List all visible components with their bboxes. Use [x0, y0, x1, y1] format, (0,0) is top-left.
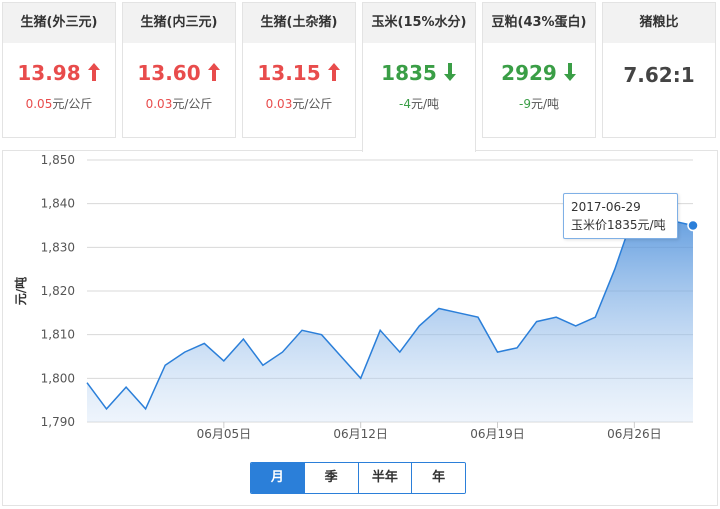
card-value-number: 1835: [381, 61, 437, 85]
arrow-down-icon: [443, 63, 456, 81]
card-change: 0.03元/公斤: [123, 95, 235, 112]
card-value-number: 2929: [501, 61, 557, 85]
arrow-down-icon: [563, 63, 576, 81]
card-soymeal[interactable]: 豆粕(43%蛋白) 2929 -9元/吨: [482, 2, 596, 138]
card-value: 1835: [363, 59, 475, 87]
card-value: 2929: [483, 59, 595, 87]
card-value-number: 13.98: [17, 61, 81, 85]
card-title: 玉米(15%水分): [363, 3, 475, 43]
x-tick-label: 06月12日: [333, 427, 388, 441]
x-tick-label: 06月26日: [607, 427, 662, 441]
card-unit: 元/吨: [410, 97, 439, 111]
card-corn[interactable]: 玉米(15%水分) 1835 -4元/吨: [362, 2, 476, 152]
tooltip-value: 玉米价1835元/吨: [571, 218, 666, 232]
card-unit: 元/公斤: [172, 97, 213, 111]
y-tick-label: 1,800: [41, 371, 75, 385]
card-value: 13.98: [3, 59, 115, 87]
card-hog-grain-ratio[interactable]: 猪粮比 7.62:1: [602, 2, 716, 138]
arrow-up-icon: [207, 63, 220, 81]
y-tick-label: 1,840: [41, 197, 75, 211]
card-value-number: 13.60: [137, 61, 201, 85]
range-quarter-button[interactable]: 季: [304, 463, 359, 493]
card-change: 0.03元/公斤: [243, 95, 355, 112]
card-unit: 元/公斤: [52, 97, 93, 111]
card-title: 生猪(外三元): [3, 3, 115, 43]
card-delta: -4: [398, 97, 411, 111]
arrow-up-icon: [327, 63, 340, 81]
card-delta: 0.05: [25, 97, 53, 111]
price-area: [87, 208, 693, 422]
card-title: 生猪(土杂猪): [243, 3, 355, 43]
y-tick-label: 1,850: [41, 153, 75, 167]
y-axis-label: 元/吨: [13, 277, 28, 305]
y-tick-label: 1,790: [41, 415, 75, 429]
card-pig-local[interactable]: 生猪(土杂猪) 13.15 0.03元/公斤: [242, 2, 356, 138]
card-unit: 元/公斤: [292, 97, 333, 111]
card-title: 豆粕(43%蛋白): [483, 3, 595, 43]
highlight-point[interactable]: [687, 219, 699, 232]
range-year-button[interactable]: 年: [412, 463, 465, 493]
y-tick-label: 1,820: [41, 284, 75, 298]
card-value-number: 13.15: [257, 61, 321, 85]
card-title: 生猪(内三元): [123, 3, 235, 43]
indicator-cards: 生猪(外三元) 13.98 0.05元/公斤 生猪(内三元) 13.60 0.0…: [0, 0, 720, 152]
card-delta: 0.03: [265, 97, 293, 111]
range-half-year-button[interactable]: 半年: [358, 463, 413, 493]
card-change: -4元/吨: [363, 95, 475, 112]
card-pig-inner[interactable]: 生猪(内三元) 13.60 0.03元/公斤: [122, 2, 236, 138]
y-tick-label: 1,830: [41, 240, 75, 254]
arrow-up-icon: [87, 63, 100, 81]
card-change: 0.05元/公斤: [3, 95, 115, 112]
card-delta: -9: [518, 97, 531, 111]
card-pig-outer[interactable]: 生猪(外三元) 13.98 0.05元/公斤: [2, 2, 116, 138]
card-value: 7.62:1: [603, 61, 715, 89]
card-title: 猪粮比: [603, 3, 715, 43]
card-value: 13.60: [123, 59, 235, 87]
range-selector: 月 季 半年 年: [250, 462, 466, 494]
card-delta: 0.03: [145, 97, 173, 111]
card-change: -9元/吨: [483, 95, 595, 112]
x-tick-label: 06月19日: [470, 427, 525, 441]
card-unit: 元/吨: [530, 97, 559, 111]
tooltip-date: 2017-06-29: [571, 200, 641, 214]
chart-tooltip: 2017-06-29 玉米价1835元/吨: [563, 193, 678, 239]
y-tick-label: 1,810: [41, 328, 75, 342]
range-month-button[interactable]: 月: [251, 463, 305, 493]
x-tick-label: 06月05日: [197, 427, 252, 441]
card-value: 13.15: [243, 59, 355, 87]
card-value-number: 7.62:1: [623, 63, 695, 87]
